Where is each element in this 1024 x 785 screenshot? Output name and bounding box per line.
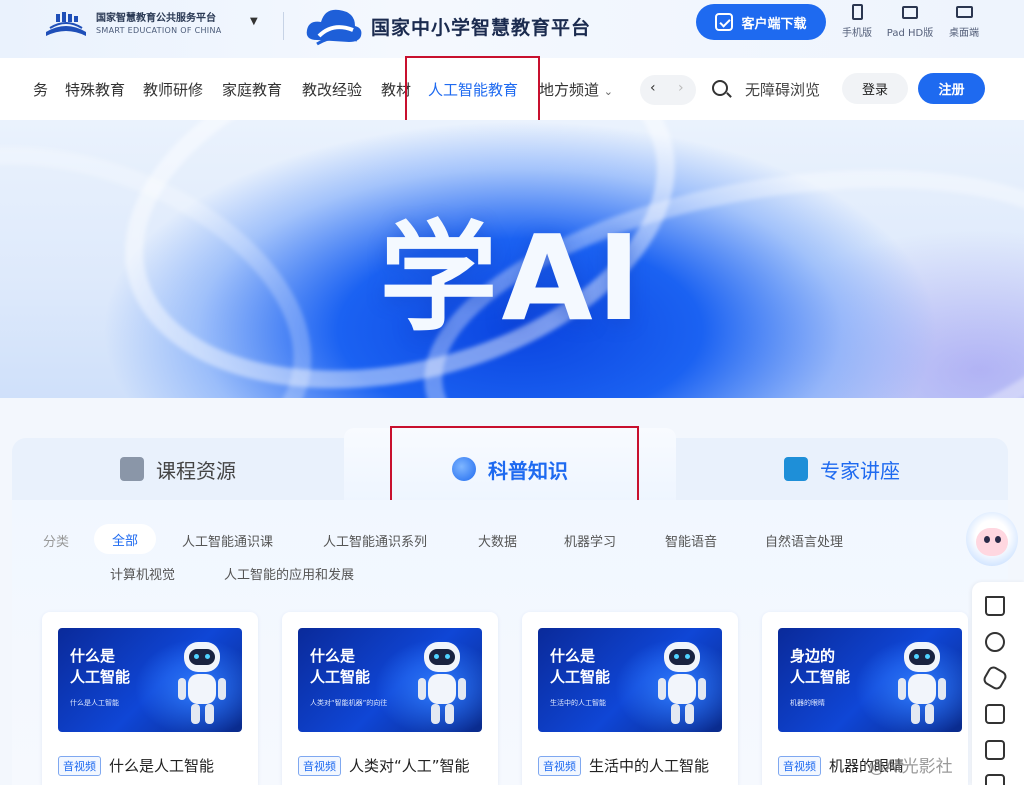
prev-arrow-icon[interactable]: ‹ xyxy=(650,80,656,96)
org-logo[interactable]: 国家智慧教育公共服务平台 SMART EDUCATION OF CHINA xyxy=(42,10,222,40)
category-all[interactable]: 全部 xyxy=(94,524,156,554)
next-arrow-icon[interactable]: › xyxy=(678,80,684,96)
chevron-down-icon: ⌄ xyxy=(603,85,614,98)
nav-item-special-education[interactable]: 特殊教育 xyxy=(65,79,125,100)
category-label: 分类 xyxy=(43,535,70,550)
thumb-title-line: 人工智能 xyxy=(790,668,851,686)
media-badge: 音视频 xyxy=(538,755,581,776)
watermark: @AI光影社 xyxy=(868,757,953,777)
org-name-cn: 国家智慧教育公共服务平台 xyxy=(96,13,216,24)
category-big-data[interactable]: 大数据 xyxy=(478,531,517,550)
mascot-eye xyxy=(995,536,1001,543)
org-name-en: SMART EDUCATION OF CHINA xyxy=(96,26,222,35)
category-machine-learning[interactable]: 机器学习 xyxy=(564,531,616,550)
platform-logo[interactable]: 国家中小学智慧教育平台 xyxy=(303,4,591,48)
home-icon[interactable] xyxy=(985,596,1005,616)
phone-icon xyxy=(851,4,863,20)
thumb-subtitle: 什么是人工智能 xyxy=(70,699,119,707)
copy-icon[interactable] xyxy=(985,704,1005,724)
nav-item-family-education[interactable]: 家庭教育 xyxy=(222,79,282,100)
category-ai-general-course[interactable]: 人工智能通识课 xyxy=(182,531,273,550)
category-ai-applications[interactable]: 人工智能的应用和发展 xyxy=(224,564,354,583)
assistant-mascot[interactable] xyxy=(966,512,1018,566)
hero-banner: 学AI xyxy=(0,120,1024,398)
course-card[interactable]: 什么是 人工智能 什么是人工智能 音视频 什么是人工智能 xyxy=(42,612,258,785)
device-phone[interactable]: 手机版 xyxy=(827,4,887,39)
tablet-icon xyxy=(902,6,918,19)
nav-item-local-channels-label: 地方频道 xyxy=(539,81,600,99)
media-badge: 音视频 xyxy=(778,755,821,776)
card-thumbnail: 什么是人工智能 生活中的人工智能 xyxy=(538,628,722,732)
card-thumbnail: 什么是 人工智能 什么是人工智能 xyxy=(58,628,242,732)
hexagon-icon[interactable] xyxy=(981,664,1009,692)
search-icon[interactable] xyxy=(712,80,728,96)
register-button[interactable]: 注册 xyxy=(918,73,985,104)
category-speech[interactable]: 智能语音 xyxy=(665,531,717,550)
document-icon[interactable] xyxy=(985,740,1005,760)
nav-scroll-arrows: ‹ › xyxy=(640,75,696,105)
card-title: 生活中的人工智能 xyxy=(589,757,710,775)
top-bar: 国家智慧教育公共服务平台 SMART EDUCATION OF CHINA ▼ … xyxy=(0,0,1024,58)
download-icon xyxy=(715,13,734,31)
cloud-logo-icon xyxy=(306,9,362,46)
robot-illustration xyxy=(416,642,470,726)
course-card[interactable]: 什么是 人工智能 生活中的人工智能 音视频 生活中的人工智能 xyxy=(522,612,738,785)
platform-name: 国家中小学智慧教育平台 xyxy=(371,16,592,39)
client-download-label: 客户端下载 xyxy=(741,16,807,32)
robot-illustration xyxy=(896,642,950,726)
mascot-face xyxy=(976,528,1008,556)
thumb-title-line: 什么是 xyxy=(70,647,116,665)
media-badge: 音视频 xyxy=(58,755,101,776)
card-thumbnail: 什么是人工智能 人类对“智能机器”的向往 xyxy=(298,628,482,732)
client-download-button[interactable]: 客户端下载 xyxy=(696,4,826,40)
device-tablet-label: Pad HD版 xyxy=(886,28,934,39)
device-desktop-label: 桌面端 xyxy=(949,28,979,39)
thumb-title-line: 人工智能 xyxy=(550,668,611,686)
login-button[interactable]: 登录 xyxy=(842,73,908,104)
course-card[interactable]: 什么是人工智能 人类对“智能机器”的向往 音视频 人类对“人工”智能 xyxy=(282,612,498,785)
org-logo-icon xyxy=(42,10,90,40)
mascot-eye xyxy=(984,536,990,543)
thumb-title-line: 人工智能 xyxy=(70,668,131,686)
app-root: 国家智慧教育公共服务平台 SMART EDUCATION OF CHINA ▼ … xyxy=(0,0,1024,785)
tab-course-resources[interactable]: 课程资源 xyxy=(12,438,344,500)
nav-item-local-channels[interactable]: 地方频道 ⌄ xyxy=(539,79,613,100)
device-desktop[interactable]: 桌面端 xyxy=(934,4,994,39)
category-nlp[interactable]: 自然语言处理 xyxy=(765,531,843,550)
desktop-icon xyxy=(955,6,973,18)
thumb-subtitle: 生活中的人工智能 xyxy=(550,699,606,707)
banner-title: 学AI xyxy=(379,209,645,347)
help-icon[interactable] xyxy=(985,632,1005,652)
robot-illustration xyxy=(656,642,710,726)
category-ai-general-series[interactable]: 人工智能通识系列 xyxy=(323,531,427,550)
thumb-title-line: 什么是 xyxy=(310,647,356,665)
thumb-title-line: 什么是 xyxy=(550,647,596,665)
device-phone-label: 手机版 xyxy=(842,28,872,39)
nav-item-reform-experience[interactable]: 教改经验 xyxy=(302,79,362,100)
media-badge: 音视频 xyxy=(298,755,341,776)
nav-item-service[interactable]: 务 xyxy=(33,79,48,100)
thumb-title-line: 身边的 xyxy=(790,647,836,665)
tab-course-resources-label: 课程资源 xyxy=(156,458,236,483)
divider xyxy=(283,12,284,40)
card-title: 人类对“人工”智能 xyxy=(349,757,470,775)
document-icon xyxy=(120,457,144,481)
tab-expert-lectures[interactable]: 专家讲座 xyxy=(676,438,1008,500)
thumb-title-line: 人工智能 xyxy=(310,668,371,686)
category-computer-vision[interactable]: 计算机视觉 xyxy=(110,564,175,583)
nav-item-teacher-training[interactable]: 教师研修 xyxy=(143,79,203,100)
chat-icon xyxy=(784,457,808,481)
thumb-subtitle: 人类对“智能机器”的向往 xyxy=(310,699,388,707)
floating-toolbar xyxy=(972,582,1024,785)
highlight-box-nav xyxy=(405,56,540,122)
tab-expert-lectures-label: 专家讲座 xyxy=(820,458,900,483)
org-switch-caret-icon[interactable]: ▼ xyxy=(250,16,258,27)
card-title: 什么是人工智能 xyxy=(109,757,215,775)
accessibility-link[interactable]: 无障碍浏览 xyxy=(745,79,820,100)
thumb-subtitle: 机器的眼睛 xyxy=(790,699,825,707)
device-tablet[interactable]: Pad HD版 xyxy=(880,4,940,39)
card-thumbnail: 身边的人工智能 机器的眼睛 xyxy=(778,628,962,732)
download-icon[interactable] xyxy=(985,774,1005,785)
robot-illustration xyxy=(176,642,230,726)
